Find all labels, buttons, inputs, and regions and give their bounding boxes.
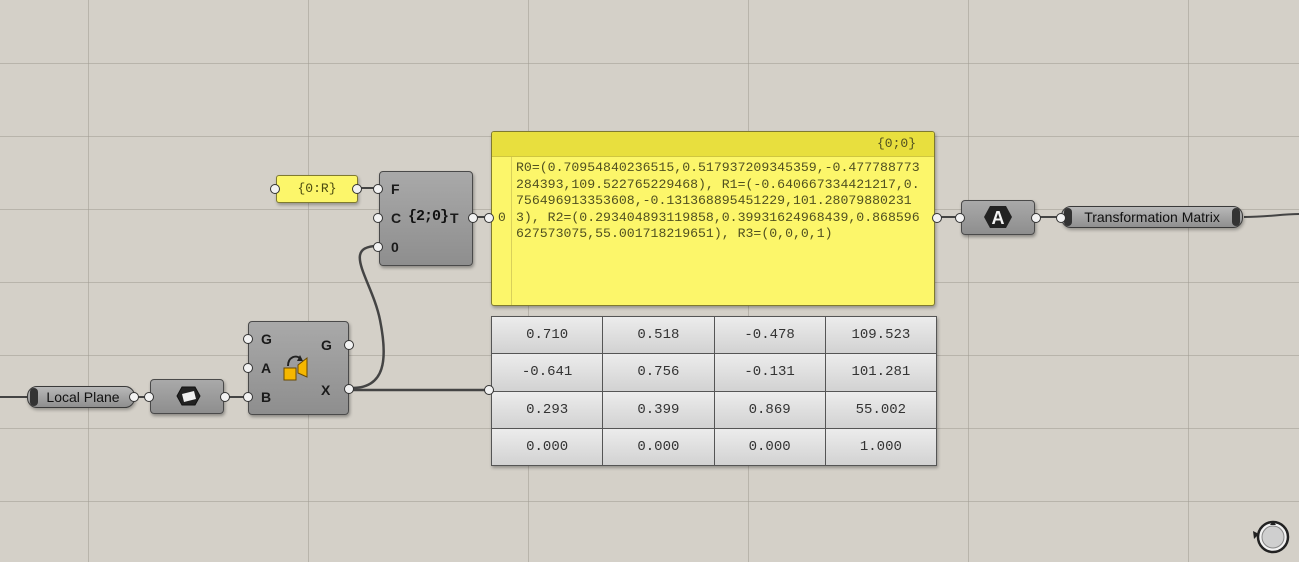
orient-grip-out-x[interactable] xyxy=(344,384,354,394)
path-panel-text: {0:R} xyxy=(297,181,337,196)
matrix-cell: 0.518 xyxy=(603,317,714,354)
matrix-cell: 0.756 xyxy=(603,354,714,391)
panel-index: 0 xyxy=(498,210,506,225)
orient-output-x: X xyxy=(321,382,331,398)
text-param-node[interactable]: A xyxy=(961,200,1035,235)
replace-grip-0[interactable] xyxy=(373,242,383,252)
matrix-cell: 55.002 xyxy=(825,391,936,428)
replace-grip-c[interactable] xyxy=(373,213,383,223)
svg-text:A: A xyxy=(992,208,1005,228)
orient-transform-icon xyxy=(283,355,308,381)
matrix-cell: 0.293 xyxy=(492,391,603,428)
plane-param-node[interactable] xyxy=(150,379,224,414)
matrix-cell: 0.000 xyxy=(714,428,825,465)
view-compass-icon[interactable] xyxy=(1251,519,1291,555)
orient-grip-g[interactable] xyxy=(243,334,253,344)
orient-grip-a[interactable] xyxy=(243,363,253,373)
param-input-grip[interactable] xyxy=(144,392,154,402)
orient-input-g: G xyxy=(261,331,272,347)
orient-grip-out-g[interactable] xyxy=(344,340,354,350)
wire-output-offscreen xyxy=(1243,213,1299,218)
panel-path-label: {0;0} xyxy=(876,136,916,151)
text-param-input-grip[interactable] xyxy=(955,213,965,223)
output-label-input-grip[interactable] xyxy=(1056,213,1066,223)
path-panel[interactable]: {0:R} xyxy=(276,175,358,203)
replace-grip-out-t[interactable] xyxy=(468,213,478,223)
matrix-table: 0.710 0.518 -0.478 109.523 -0.641 0.756 -0.131… xyxy=(491,316,937,466)
matrix-cell: -0.641 xyxy=(492,354,603,391)
replace-grip-f[interactable] xyxy=(373,184,383,194)
replace-output-t: T xyxy=(450,210,459,226)
plane-param-icon xyxy=(176,386,201,406)
local-plane-text: Local Plane xyxy=(46,389,120,405)
orient-output-g: G xyxy=(321,337,332,353)
pill-cap-left xyxy=(30,388,38,406)
path-panel-input-grip[interactable] xyxy=(270,184,280,194)
replace-paths-icon: {2;0} xyxy=(408,208,449,225)
transformation-matrix-text: Transformation Matrix xyxy=(1084,209,1220,225)
local-plane-output-grip[interactable] xyxy=(129,392,139,402)
replace-input-0: 0 xyxy=(391,239,399,255)
orient-input-a: A xyxy=(261,360,272,376)
result-text-panel[interactable]: {0;0} 0 R0=(0.70954840236515,0.517937209… xyxy=(491,131,935,306)
replace-input-c: C xyxy=(391,210,402,226)
matrix-cell: 0.000 xyxy=(492,428,603,465)
panel-output-grip[interactable] xyxy=(932,213,942,223)
matrix-cell: 0.000 xyxy=(603,428,714,465)
matrix-cell: -0.478 xyxy=(714,317,825,354)
orient-input-b: B xyxy=(261,389,272,405)
text-param-output-grip[interactable] xyxy=(1031,213,1041,223)
panel-header: {0;0} xyxy=(492,132,934,157)
matrix-cell: 0.399 xyxy=(603,391,714,428)
replace-input-f: F xyxy=(391,181,400,197)
matrix-cell: 109.523 xyxy=(825,317,936,354)
text-param-icon: A xyxy=(984,206,1012,228)
orient-grip-b[interactable] xyxy=(243,392,253,402)
panel-index-column: 0 xyxy=(492,157,512,305)
param-output-grip[interactable] xyxy=(220,392,230,402)
panel-text: R0=(0.70954840236515,0.517937209345359,-… xyxy=(516,160,920,241)
panel-input-grip[interactable] xyxy=(484,213,494,223)
matrix-cell: 1.000 xyxy=(825,428,936,465)
matrix-cell: 101.281 xyxy=(825,354,936,391)
matrix-cell: 0.710 xyxy=(492,317,603,354)
local-plane-label[interactable]: Local Plane xyxy=(27,386,135,408)
matrix-cell: 0.869 xyxy=(714,391,825,428)
wire-orient-to-replace xyxy=(351,244,385,390)
matrix-cell: -0.131 xyxy=(714,354,825,391)
replace-paths-component[interactable]: F C 0 T {2;0} xyxy=(379,171,473,266)
matrix-input-grip[interactable] xyxy=(484,385,494,395)
pill-cap-right xyxy=(1232,208,1240,226)
transformation-matrix-label[interactable]: Transformation Matrix xyxy=(1061,206,1243,228)
path-panel-output-grip[interactable] xyxy=(352,184,362,194)
orient-component[interactable]: G A B G X xyxy=(248,321,349,415)
